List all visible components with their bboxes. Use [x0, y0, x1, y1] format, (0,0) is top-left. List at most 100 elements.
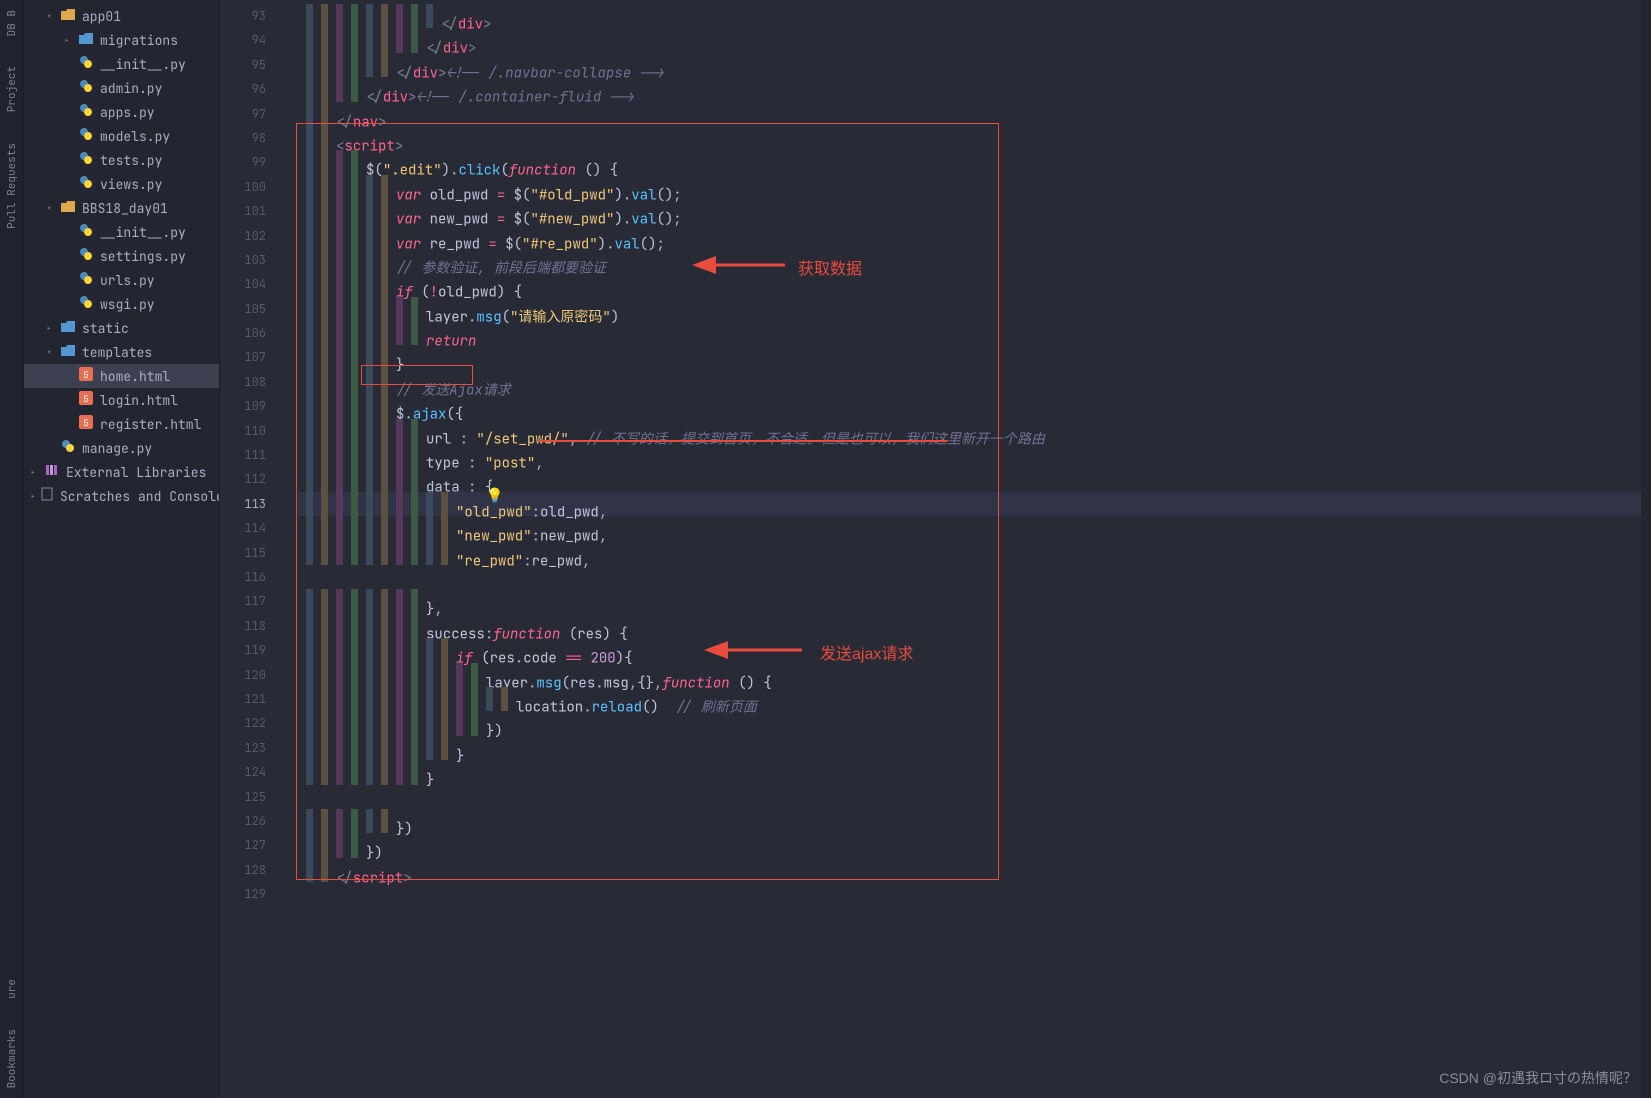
line-number[interactable]: 111	[220, 443, 280, 467]
line-number[interactable]: 109	[220, 394, 280, 418]
tree-item[interactable]: wsgi.py	[24, 292, 219, 316]
line-number[interactable]: 129	[220, 882, 280, 906]
code-line[interactable]: layer.msg(res.msg,{},function () {	[298, 663, 1641, 687]
code-line[interactable]	[298, 565, 1641, 589]
code-line[interactable]: if (res.code == 200){	[298, 638, 1641, 662]
code-line[interactable]: </div><!-- /.container-fluid -->	[298, 77, 1641, 101]
tree-item[interactable]: ▸External Libraries	[24, 460, 219, 484]
code-line[interactable]: }	[298, 736, 1641, 760]
tree-item[interactable]: tests.py	[24, 148, 219, 172]
fold-marker[interactable]	[280, 394, 298, 418]
line-number[interactable]: 115	[220, 541, 280, 565]
line-number[interactable]: 110	[220, 419, 280, 443]
fold-marker[interactable]	[280, 370, 298, 394]
line-number[interactable]: 104	[220, 272, 280, 296]
line-number[interactable]: 121	[220, 687, 280, 711]
code-line[interactable]: "new_pwd":new_pwd,	[298, 516, 1641, 540]
line-number[interactable]: 97	[220, 102, 280, 126]
tree-item[interactable]: manage.py	[24, 436, 219, 460]
tree-item[interactable]: ▾app01	[24, 4, 219, 28]
fold-marker[interactable]	[280, 467, 298, 491]
tree-item[interactable]: 5register.html	[24, 412, 219, 436]
fold-marker[interactable]	[280, 638, 298, 662]
tool-window-tab[interactable]: Pull Requests	[5, 143, 19, 229]
line-number[interactable]: 107	[220, 345, 280, 369]
fold-marker[interactable]	[280, 565, 298, 589]
tree-item[interactable]: settings.py	[24, 244, 219, 268]
fold-marker[interactable]	[280, 53, 298, 77]
code-line[interactable]: })	[298, 833, 1641, 857]
code-line[interactable]: </div>	[298, 4, 1641, 28]
fold-marker[interactable]	[280, 589, 298, 613]
line-number[interactable]: 102	[220, 224, 280, 248]
fold-marker[interactable]	[280, 443, 298, 467]
code-line[interactable]: }	[298, 345, 1641, 369]
code-line[interactable]: layer.msg("请输入原密码")	[298, 297, 1641, 321]
fold-marker[interactable]	[280, 858, 298, 882]
code-line[interactable]: type : "post",	[298, 443, 1641, 467]
tree-arrow-icon[interactable]: ▾	[46, 346, 56, 359]
code-line[interactable]: // 发送Ajax请求	[298, 370, 1641, 394]
fold-marker[interactable]	[280, 77, 298, 101]
line-number[interactable]: 114	[220, 516, 280, 540]
tool-window-tab[interactable]: ure	[5, 979, 19, 999]
line-number[interactable]: 116	[220, 565, 280, 589]
tree-item[interactable]: admin.py	[24, 76, 219, 100]
line-number[interactable]: 95	[220, 53, 280, 77]
fold-marker[interactable]	[280, 760, 298, 784]
fold-marker[interactable]	[280, 28, 298, 52]
line-number[interactable]: 117	[220, 589, 280, 613]
line-number[interactable]: 113	[220, 492, 280, 516]
fold-marker[interactable]	[280, 102, 298, 126]
code-line[interactable]: var old_pwd = $("#old_pwd").val();	[298, 175, 1641, 199]
fold-marker[interactable]	[280, 736, 298, 760]
fold-marker[interactable]	[280, 809, 298, 833]
tree-arrow-icon[interactable]: ▸	[30, 466, 40, 479]
fold-marker[interactable]	[280, 516, 298, 540]
code-line[interactable]: // 参数验证, 前段后端都要验证	[298, 248, 1641, 272]
tree-arrow-icon[interactable]: ▸	[64, 34, 74, 47]
tree-item[interactable]: ▾BBS18_day01	[24, 196, 219, 220]
fold-marker[interactable]	[280, 614, 298, 638]
code-line[interactable]: return	[298, 321, 1641, 345]
code-line[interactable]: })	[298, 711, 1641, 735]
fold-marker[interactable]	[280, 833, 298, 857]
line-number[interactable]: 108	[220, 370, 280, 394]
line-number[interactable]: 106	[220, 321, 280, 345]
fold-marker[interactable]	[280, 224, 298, 248]
line-number[interactable]: 99	[220, 150, 280, 174]
line-number[interactable]: 128	[220, 858, 280, 882]
code-line[interactable]: $.ajax({	[298, 394, 1641, 418]
tree-item[interactable]: views.py	[24, 172, 219, 196]
tree-arrow-icon[interactable]: ▸	[46, 322, 56, 335]
tree-item[interactable]: __init__.py	[24, 52, 219, 76]
code-editor[interactable]: 9394959697989910010110210310410510610710…	[220, 0, 1641, 1098]
line-number[interactable]: 127	[220, 833, 280, 857]
tree-item[interactable]: __init__.py	[24, 220, 219, 244]
tree-item[interactable]: 5login.html	[24, 388, 219, 412]
line-number[interactable]: 94	[220, 28, 280, 52]
fold-column[interactable]	[280, 0, 298, 1098]
fold-marker[interactable]	[280, 199, 298, 223]
fold-marker[interactable]	[280, 321, 298, 345]
fold-marker[interactable]	[280, 785, 298, 809]
code-line[interactable]: location.reload() // 刷新页面	[298, 687, 1641, 711]
fold-marker[interactable]	[280, 297, 298, 321]
tree-item[interactable]: ▾templates	[24, 340, 219, 364]
code-line[interactable]: },	[298, 589, 1641, 613]
line-number[interactable]: 96	[220, 77, 280, 101]
line-number[interactable]: 100	[220, 175, 280, 199]
code-line[interactable]: success:function (res) {	[298, 614, 1641, 638]
line-number[interactable]: 118	[220, 614, 280, 638]
fold-marker[interactable]	[280, 150, 298, 174]
tool-window-tab[interactable]: DB B	[5, 10, 19, 36]
code-line[interactable]: </div>	[298, 28, 1641, 52]
tree-arrow-icon[interactable]: ▾	[46, 10, 56, 23]
code-line[interactable]	[298, 785, 1641, 809]
line-number[interactable]: 122	[220, 711, 280, 735]
tree-item[interactable]: models.py	[24, 124, 219, 148]
line-number[interactable]: 93	[220, 4, 280, 28]
fold-marker[interactable]	[280, 272, 298, 296]
code-line[interactable]: var re_pwd = $("#re_pwd").val();	[298, 224, 1641, 248]
tool-window-tab[interactable]: Bookmarks	[5, 1029, 19, 1088]
